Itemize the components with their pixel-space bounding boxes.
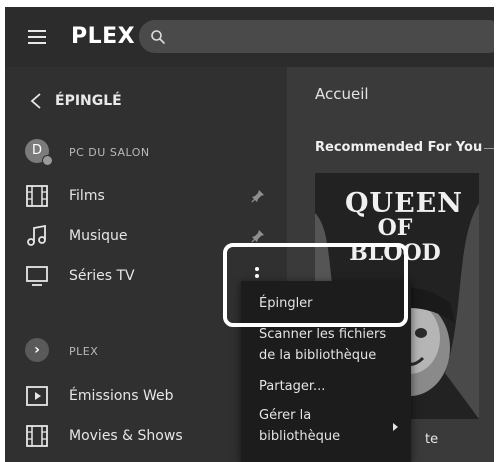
play-box-icon (26, 386, 48, 406)
top-bar: PLEX (5, 7, 494, 67)
sidebar-item-label: Émissions Web (69, 388, 174, 404)
film-icon (26, 425, 48, 447)
sidebar-item-films[interactable]: Films (5, 179, 287, 213)
plex-section-label: PLEX (69, 344, 99, 358)
server-header: D PC DU SALON (5, 135, 287, 169)
back-label: ÉPINGLÉ (55, 93, 122, 109)
sidebar-item-label: Movies & Shows (69, 428, 183, 444)
tv-icon (26, 266, 48, 286)
search-input[interactable] (139, 20, 494, 53)
submenu-arrow-icon (393, 423, 398, 431)
pin-icon[interactable] (251, 189, 265, 203)
pin-icon[interactable] (251, 229, 265, 243)
section-title: Recommended For You (315, 140, 483, 155)
server-label: PC DU SALON (69, 145, 150, 159)
hamburger-menu-icon[interactable] (28, 30, 46, 44)
server-badge-icon (42, 155, 53, 166)
poster-caption: te (425, 432, 439, 447)
music-icon (27, 225, 46, 246)
plex-chevron-icon: › (25, 338, 49, 362)
chevron-left-icon (30, 93, 41, 109)
menu-item-epingler[interactable]: Épingler (259, 293, 313, 314)
page-title: Accueil (315, 85, 369, 103)
poster-title: QUEEN OF BLOOD (345, 188, 463, 266)
sidebar-item-musique[interactable]: Musique (5, 219, 287, 253)
app-window: PLEX ÉPINGLÉ D PC DU SALON Films Musique… (5, 7, 494, 462)
plex-logo[interactable]: PLEX (71, 24, 135, 49)
back-button[interactable]: ÉPINGLÉ (29, 89, 122, 113)
context-menu: Épingler Scanner les fichiers de la bibl… (241, 281, 411, 462)
film-icon (26, 185, 48, 207)
search-icon (151, 30, 165, 44)
menu-item-partager[interactable]: Partager... (259, 376, 325, 397)
sidebar-item-label: Films (69, 188, 105, 204)
sidebar-item-label: Musique (69, 228, 128, 244)
section-divider (484, 148, 494, 149)
sidebar-item-label: Séries TV (69, 268, 135, 284)
avatar: D (25, 139, 53, 166)
menu-item-scanner[interactable]: Scanner les fichiers de la bibliothèque (259, 324, 405, 366)
menu-item-gerer[interactable]: Gérer la bibliothèque (259, 405, 369, 447)
